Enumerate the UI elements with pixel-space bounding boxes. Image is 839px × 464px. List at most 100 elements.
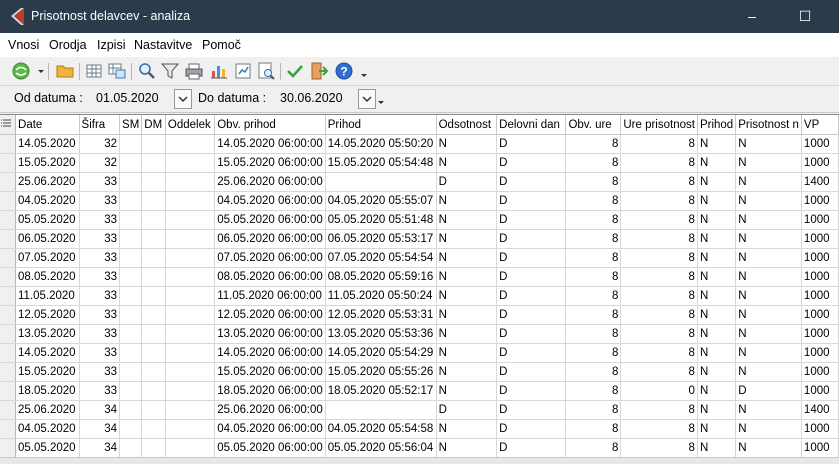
preview-icon[interactable] — [256, 61, 276, 81]
table-cell[interactable]: N — [436, 343, 498, 363]
table-cell[interactable]: N — [697, 324, 737, 344]
table-cell[interactable]: 8 — [620, 134, 698, 154]
table-cell[interactable]: 8 — [620, 324, 698, 344]
table-cell[interactable]: 1000 — [801, 210, 839, 230]
table-cell[interactable]: 8 — [565, 438, 622, 458]
column-header[interactable]: Obv. prihod — [214, 115, 326, 135]
column-header[interactable]: Obv. ure — [565, 115, 622, 135]
table-cell[interactable]: 1000 — [801, 248, 839, 268]
table-cell[interactable]: 33 — [79, 324, 121, 344]
table-cell[interactable] — [165, 343, 216, 363]
table-cell[interactable]: D — [496, 286, 567, 306]
table-cell[interactable] — [119, 248, 143, 268]
table-cell[interactable]: D — [496, 172, 567, 192]
table-cell[interactable] — [119, 286, 143, 306]
table-cell[interactable]: D — [496, 324, 567, 344]
table-cell[interactable] — [165, 229, 216, 249]
row-indicator[interactable] — [0, 134, 17, 154]
table-cell[interactable]: N — [735, 229, 802, 249]
table-cell[interactable] — [119, 172, 143, 192]
printer-icon[interactable] — [184, 61, 204, 81]
table-cell[interactable]: D — [496, 438, 567, 458]
table-cell[interactable] — [141, 267, 166, 287]
table-cell[interactable]: 12.05.2020 06:00:00 — [214, 305, 326, 325]
table-cell[interactable]: N — [697, 419, 737, 439]
table-cell[interactable]: 04.05.2020 06:00:00 — [214, 191, 326, 211]
table-cell[interactable]: 1000 — [801, 286, 839, 306]
green-globe-icon[interactable] — [11, 61, 31, 81]
table-cell[interactable] — [119, 210, 143, 230]
table-cell[interactable]: 04.05.2020 05:55:07 — [325, 191, 437, 211]
help-icon[interactable]: ? — [334, 61, 354, 81]
table-cell[interactable]: N — [735, 343, 802, 363]
table-cell[interactable]: D — [496, 305, 567, 325]
row-indicator[interactable] — [0, 229, 17, 249]
table-cell[interactable] — [165, 267, 216, 287]
row-indicator[interactable] — [0, 362, 17, 382]
table-cell[interactable]: 14.05.2020 06:00:00 — [214, 134, 326, 154]
table-cell[interactable] — [119, 134, 143, 154]
table-cell[interactable]: 8 — [620, 286, 698, 306]
table-cell[interactable]: 06.05.2020 06:00:00 — [214, 229, 326, 249]
table-cell[interactable]: N — [697, 343, 737, 363]
table-cell[interactable] — [141, 438, 166, 458]
table-cell[interactable]: D — [496, 134, 567, 154]
table-cell[interactable]: 11.05.2020 06:00:00 — [214, 286, 326, 306]
table-cell[interactable] — [141, 229, 166, 249]
table-cell[interactable]: 11.05.2020 — [15, 286, 80, 306]
table-cell[interactable]: 05.05.2020 — [15, 210, 80, 230]
table-cell[interactable]: 1000 — [801, 381, 839, 401]
to-date-input[interactable]: 30.06.2020 — [280, 91, 343, 105]
table-cell[interactable]: 05.05.2020 06:00:00 — [214, 210, 326, 230]
table-cell[interactable]: 0 — [620, 381, 698, 401]
table-cell[interactable] — [165, 400, 216, 420]
table-cell[interactable] — [165, 191, 216, 211]
column-header[interactable]: DM — [141, 115, 166, 135]
maximize-button[interactable]: ☐ — [795, 7, 815, 25]
table-cell[interactable]: 8 — [620, 248, 698, 268]
table-cell[interactable]: 25.06.2020 — [15, 172, 80, 192]
table-cell[interactable]: N — [735, 362, 802, 382]
table-cell[interactable] — [165, 419, 216, 439]
table-cell[interactable]: N — [735, 324, 802, 344]
table-cell[interactable]: N — [436, 248, 498, 268]
table-cell[interactable]: N — [697, 286, 737, 306]
table-cell[interactable]: D — [436, 172, 498, 192]
table-cell[interactable]: 8 — [620, 153, 698, 173]
table-row[interactable]: 25.06.2020 34 25.06.2020 06:00:00 D D 8 8 N N 140… — [0, 400, 839, 420]
table-cell[interactable]: 8 — [620, 172, 698, 192]
table-cell[interactable]: 05.05.2020 — [15, 438, 80, 458]
table-cell[interactable]: 1000 — [801, 134, 839, 154]
table-cell[interactable]: 1400 — [801, 172, 839, 192]
table-cell[interactable] — [119, 153, 143, 173]
table-cell[interactable]: N — [735, 400, 802, 420]
table-cell[interactable]: N — [735, 248, 802, 268]
table-row[interactable]: 05.05.2020 34 05.05.2020 06:00:00 05.05.202… — [0, 438, 839, 458]
table-cell[interactable]: 33 — [79, 248, 121, 268]
table-cell[interactable] — [119, 229, 143, 249]
table-cell[interactable]: 33 — [79, 381, 121, 401]
table-cell[interactable]: 34 — [79, 419, 121, 439]
table-row[interactable]: 11.05.2020 33 11.05.2020 06:00:00 11.05.202… — [0, 286, 839, 306]
table-cell[interactable]: 8 — [565, 381, 622, 401]
row-indicator[interactable] — [0, 381, 17, 401]
table-cell[interactable]: 13.05.2020 — [15, 324, 80, 344]
table-cell[interactable]: N — [697, 134, 737, 154]
table-cell[interactable] — [141, 248, 166, 268]
table-cell[interactable] — [165, 381, 216, 401]
row-indicator[interactable] — [0, 286, 17, 306]
table-cell[interactable] — [119, 267, 143, 287]
table-cell[interactable] — [141, 153, 166, 173]
column-header[interactable]: Odsotnost — [436, 115, 498, 135]
table-row[interactable]: 25.06.2020 33 25.06.2020 06:00:00 D D 8 8 N N 140… — [0, 172, 839, 192]
table-cell[interactable]: 06.05.2020 05:53:17 — [325, 229, 437, 249]
table-row[interactable]: 14.05.2020 33 14.05.2020 06:00:00 14.05.202… — [0, 343, 839, 363]
table-cell[interactable]: 8 — [565, 248, 622, 268]
table-cell[interactable]: N — [436, 305, 498, 325]
table-cell[interactable]: N — [697, 305, 737, 325]
table-cell[interactable]: N — [697, 191, 737, 211]
table-cell[interactable]: 14.05.2020 05:54:29 — [325, 343, 437, 363]
grid-icon[interactable] — [84, 61, 104, 81]
column-header[interactable]: Prihod — [697, 115, 737, 135]
table-cell[interactable]: 12.05.2020 — [15, 305, 80, 325]
